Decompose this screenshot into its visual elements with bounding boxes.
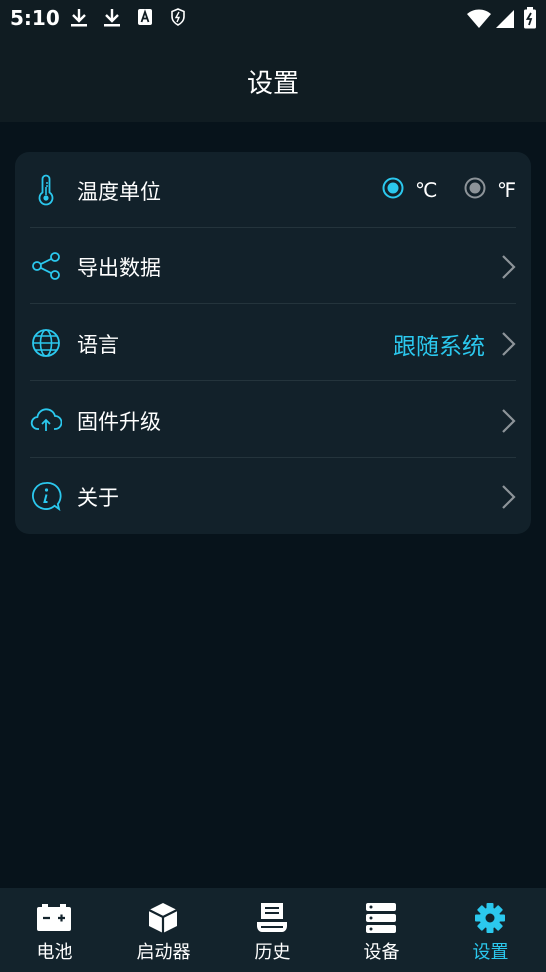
battery-charging-icon bbox=[524, 7, 536, 29]
about-label: 关于 bbox=[77, 486, 119, 510]
tab-label: 电池 bbox=[36, 942, 73, 963]
bottom-tab-bar: 电池 启动器 历史 设备 设置 bbox=[0, 888, 546, 972]
tab-label: 历史 bbox=[254, 942, 291, 963]
settings-row-export-data[interactable]: 导出数据 bbox=[15, 228, 531, 304]
tab-history[interactable]: 历史 bbox=[218, 888, 327, 972]
signal-icon bbox=[496, 10, 514, 28]
tab-starter[interactable]: 启动器 bbox=[109, 888, 218, 972]
firmware-upgrade-label: 固件升级 bbox=[77, 410, 161, 434]
app-bar: 设置 bbox=[0, 36, 546, 122]
chevron-right-icon bbox=[502, 485, 516, 509]
settings-row-firmware-upgrade[interactable]: 固件升级 bbox=[15, 382, 531, 458]
tab-label: 设备 bbox=[363, 942, 400, 963]
battery-icon bbox=[37, 904, 71, 931]
download-icon bbox=[104, 9, 120, 27]
tab-settings[interactable]: 设置 bbox=[436, 888, 545, 972]
globe-icon bbox=[32, 329, 60, 357]
tab-label: 设置 bbox=[472, 942, 509, 963]
tab-devices[interactable]: 设备 bbox=[327, 888, 436, 972]
settings-card: 温度单位 ℃ ℉ 导出数据 语言 跟随系统 固件升级 关于 bbox=[15, 152, 531, 534]
export-data-label: 导出数据 bbox=[77, 256, 161, 280]
thermometer-icon bbox=[38, 174, 54, 206]
chevron-right-icon bbox=[502, 332, 516, 356]
chevron-right-icon bbox=[502, 255, 516, 279]
tab-label: 启动器 bbox=[136, 942, 191, 963]
temperature-unit-label: 温度单位 bbox=[77, 180, 161, 204]
history-icon bbox=[257, 903, 287, 932]
language-value: 跟随系统 bbox=[393, 334, 485, 360]
page-title: 设置 bbox=[246, 69, 299, 99]
language-label: 语言 bbox=[77, 333, 119, 357]
settings-row-language[interactable]: 语言 跟随系统 bbox=[15, 305, 531, 381]
share-icon bbox=[32, 252, 60, 280]
settings-row-temperature-unit: 温度单位 ℃ ℉ bbox=[15, 152, 531, 228]
fahrenheit-radio[interactable] bbox=[464, 177, 486, 199]
keyboard-a-icon bbox=[138, 9, 152, 25]
chevron-right-icon bbox=[502, 409, 516, 433]
devices-icon bbox=[366, 903, 396, 933]
status-time: 5:10 bbox=[10, 6, 60, 30]
wifi-icon bbox=[467, 9, 491, 28]
fahrenheit-label[interactable]: ℉ bbox=[497, 178, 516, 202]
info-icon bbox=[32, 482, 62, 512]
celsius-label[interactable]: ℃ bbox=[415, 178, 437, 202]
cube-icon bbox=[148, 903, 178, 933]
cloud-upload-icon bbox=[30, 408, 62, 431]
status-bar: 5:10 bbox=[0, 0, 546, 36]
celsius-radio[interactable] bbox=[382, 177, 404, 199]
divider bbox=[30, 303, 516, 304]
divider bbox=[30, 380, 516, 381]
download-icon bbox=[71, 9, 87, 27]
settings-row-about[interactable]: 关于 bbox=[15, 458, 531, 534]
shield-icon bbox=[171, 8, 185, 26]
tab-battery[interactable]: 电池 bbox=[0, 888, 109, 972]
gear-icon bbox=[475, 903, 505, 933]
